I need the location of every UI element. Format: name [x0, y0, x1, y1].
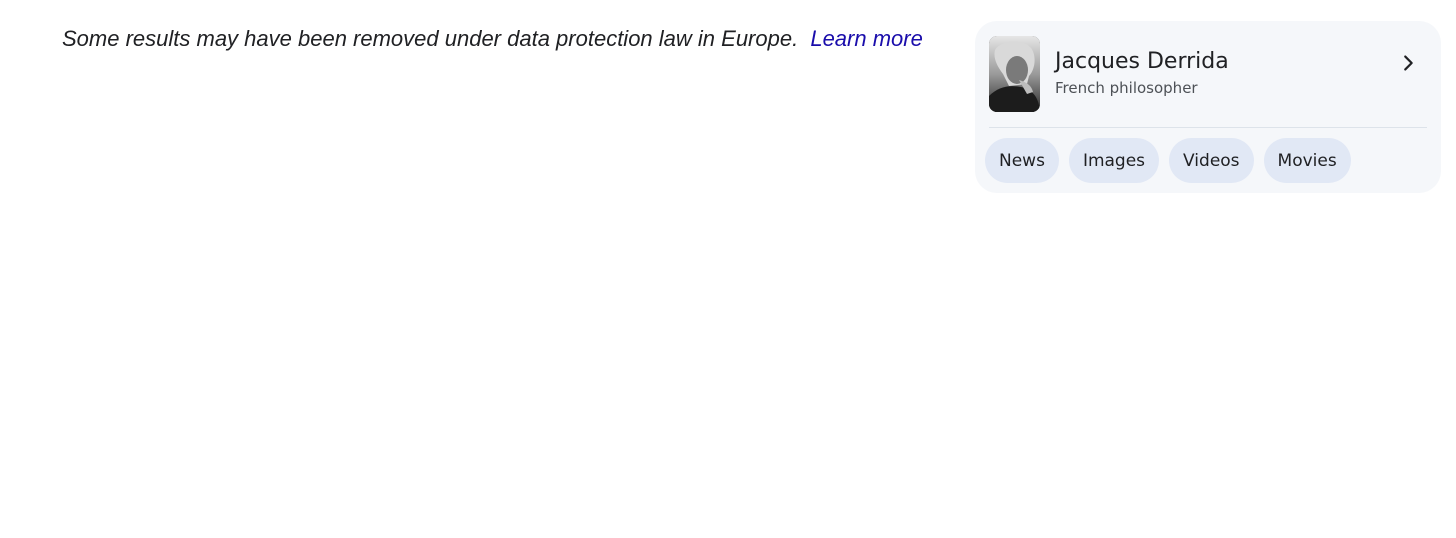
chip-movies[interactable]: Movies	[1263, 138, 1351, 183]
filter-chips: News Images Videos Movies	[985, 138, 1351, 183]
notice-text: Some results may have been removed under…	[62, 26, 799, 51]
knowledge-panel-header[interactable]: Jacques Derrida French philosopher	[989, 36, 1427, 112]
entity-subtitle: French philosopher	[1055, 79, 1198, 97]
data-protection-notice: Some results may have been removed under…	[62, 26, 923, 52]
chip-images[interactable]: Images	[1068, 138, 1160, 183]
learn-more-link[interactable]: Learn more	[810, 26, 923, 51]
person-thumbnail[interactable]	[989, 36, 1040, 112]
person-photo-icon	[989, 36, 1040, 112]
entity-title[interactable]: Jacques Derrida	[1055, 49, 1229, 74]
chip-news[interactable]: News	[985, 138, 1059, 183]
chevron-right-icon[interactable]	[1397, 52, 1419, 74]
divider	[989, 127, 1427, 128]
chip-videos[interactable]: Videos	[1169, 138, 1254, 183]
knowledge-panel-card: Jacques Derrida French philosopher News …	[975, 21, 1441, 193]
